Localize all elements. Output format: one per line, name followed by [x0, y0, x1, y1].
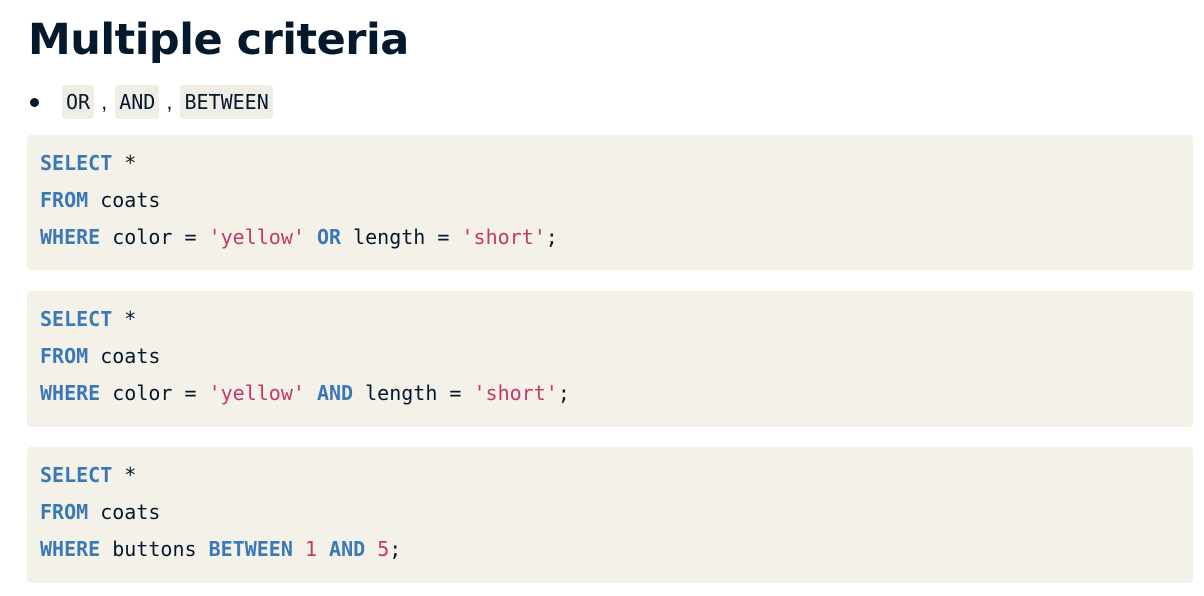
inline-code-between: BETWEEN: [180, 85, 273, 119]
code-text: *: [112, 151, 137, 175]
code-text: color =: [100, 225, 209, 249]
sql-keyword: WHERE: [40, 381, 101, 405]
code-text: coats: [88, 500, 161, 524]
code-line: FROM coats: [40, 182, 1193, 219]
code-block-between: SELECT * FROM coats WHERE buttons BETWEEN …: [27, 447, 1193, 583]
sql-keyword: AND: [329, 537, 366, 561]
code-block-or: SELECT * FROM coats WHERE color = 'yellow'…: [27, 135, 1193, 270]
separator: ,: [101, 89, 108, 114]
bullet-dot-icon: [30, 97, 39, 107]
sql-keyword: AND: [316, 381, 354, 405]
sql-literal: 5: [377, 537, 390, 561]
code-line: WHERE color = 'yellow' AND length = 'sho…: [40, 375, 1193, 412]
sql-keyword: BETWEEN: [208, 537, 293, 561]
sql-literal: 'yellow': [208, 225, 305, 249]
sql-keyword: SELECT: [40, 463, 113, 487]
code-line: FROM coats: [40, 338, 1193, 375]
code-text: color =: [100, 381, 209, 405]
sql-keyword: OR: [316, 225, 342, 249]
code-line: FROM coats: [40, 494, 1193, 531]
inline-code-and: AND: [115, 85, 160, 119]
sql-keyword: FROM: [40, 500, 89, 524]
sql-keyword: SELECT: [40, 151, 113, 175]
code-text: coats: [88, 188, 161, 212]
code-text: coats: [88, 344, 161, 368]
bullet-list-item: OR , AND , BETWEEN: [28, 84, 273, 120]
sql-keyword: FROM: [40, 188, 89, 212]
sql-literal: 'short': [461, 225, 546, 249]
separator: ,: [166, 89, 173, 114]
code-line: SELECT *: [40, 457, 1193, 494]
code-text: buttons: [100, 537, 209, 561]
code-text: *: [112, 307, 137, 331]
sql-literal: 'yellow': [208, 381, 305, 405]
code-text: ;: [389, 537, 402, 561]
sql-literal: 'short': [473, 381, 558, 405]
code-text: ;: [545, 225, 558, 249]
sql-literal: 1: [304, 537, 317, 561]
code-block-and: SELECT * FROM coats WHERE color = 'yellow'…: [27, 291, 1193, 427]
code-line: SELECT *: [40, 301, 1193, 338]
code-text: length =: [353, 381, 474, 405]
code-line: WHERE color = 'yellow' OR length = 'shor…: [40, 219, 1193, 256]
sql-keyword: WHERE: [40, 225, 101, 249]
sql-keyword: SELECT: [40, 307, 113, 331]
code-line: SELECT *: [40, 145, 1193, 182]
code-line: WHERE buttons BETWEEN 1 AND 5;: [40, 531, 1193, 568]
page-title: Multiple criteria: [28, 15, 409, 65]
inline-code-or: OR: [62, 85, 95, 119]
sql-keyword: WHERE: [40, 537, 101, 561]
code-text: length =: [341, 225, 462, 249]
code-text: *: [112, 463, 137, 487]
sql-keyword: FROM: [40, 344, 89, 368]
code-text: ;: [557, 381, 570, 405]
